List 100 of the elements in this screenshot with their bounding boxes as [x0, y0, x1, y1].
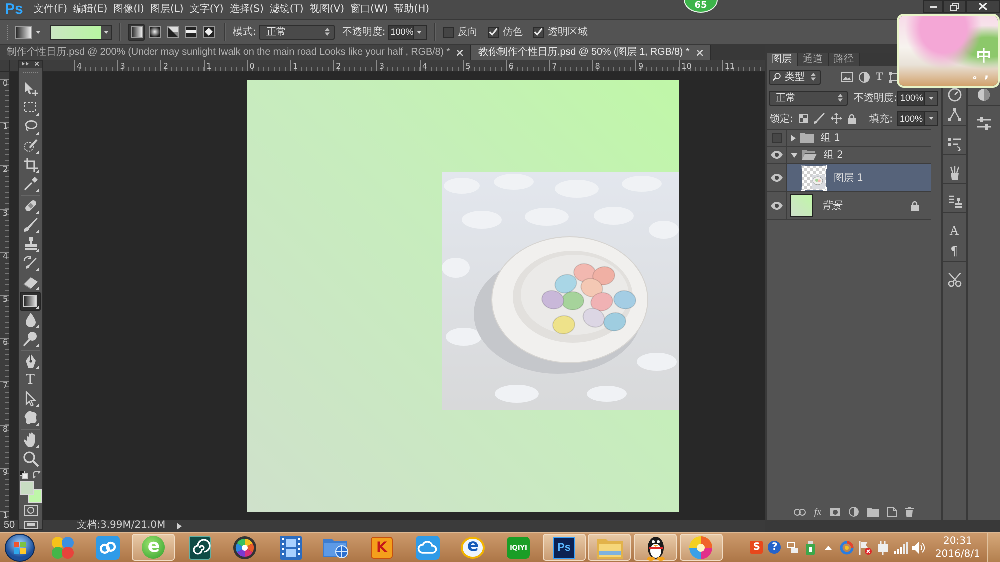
mask-icon[interactable]	[830, 508, 841, 516]
menu-item[interactable]: 编辑(E)	[70, 2, 111, 16]
layer-item[interactable]: 组 2	[787, 147, 931, 163]
mode-dropdown[interactable]: 正常	[259, 24, 336, 40]
checkerboard-icon[interactable]	[799, 114, 808, 123]
double-arrow-icon[interactable]	[22, 62, 29, 66]
signal-bars-icon[interactable]	[894, 542, 908, 554]
checkbox[interactable]	[532, 26, 544, 38]
speaker-icon[interactable]	[912, 542, 926, 554]
opacity-field[interactable]: 100%	[388, 24, 414, 40]
reflected-gradient-button[interactable]	[182, 24, 199, 40]
brush-icon[interactable]	[814, 113, 826, 124]
window-icon[interactable]	[786, 542, 799, 554]
panel-tab[interactable]: 通道	[798, 53, 829, 66]
menu-item[interactable]: 图层(L)	[147, 2, 187, 16]
dial-icon[interactable]	[948, 88, 962, 102]
radial-gradient-button[interactable]	[146, 24, 163, 40]
fill-dropdown-button[interactable]	[925, 111, 938, 126]
screen-mode-icon[interactable]	[24, 521, 38, 529]
quick-mask-icon[interactable]	[24, 505, 38, 516]
up-arrow-icon[interactable]	[825, 546, 832, 550]
image-filter-icon[interactable]	[841, 72, 853, 82]
half-circle-icon[interactable]	[848, 507, 859, 517]
zoom-field[interactable]: 50	[4, 520, 16, 532]
lock-icon[interactable]	[848, 114, 856, 124]
opacity-dropdown-button[interactable]	[925, 90, 938, 106]
link-icon[interactable]	[794, 508, 806, 516]
tool-preset-button[interactable]	[15, 24, 41, 40]
taskbar-button[interactable]: Ps	[542, 534, 586, 561]
menu-item[interactable]: 滤镜(T)	[266, 2, 307, 16]
close-icon[interactable]	[35, 62, 39, 66]
panel-tab[interactable]: 路径	[829, 53, 860, 66]
ruler-number: 8	[3, 426, 8, 434]
diamond-gradient-button[interactable]	[200, 24, 217, 40]
up-down-arrows-icon	[811, 73, 816, 81]
linear-gradient-button[interactable]	[128, 24, 145, 40]
scissors-icon[interactable]	[948, 273, 962, 287]
sliders-icon[interactable]	[977, 117, 991, 131]
gradient-picker[interactable]	[50, 24, 112, 40]
checkbox[interactable]	[442, 26, 454, 38]
close-icon[interactable]	[696, 50, 703, 56]
input-method-button[interactable]: S	[750, 541, 764, 554]
foreground-color-swatch[interactable]	[20, 480, 34, 495]
folder-icon[interactable]	[866, 508, 879, 516]
usb-drive-icon[interactable]	[806, 540, 816, 554]
menu-item[interactable]: 选择(S)	[226, 2, 267, 16]
close-icon[interactable]	[457, 50, 464, 56]
history-icon[interactable]	[948, 137, 962, 151]
brush-cup-icon[interactable]	[948, 166, 962, 180]
eye-icon[interactable]	[770, 174, 782, 182]
trash-icon[interactable]	[904, 507, 914, 517]
menu-item[interactable]: 图像(I)	[110, 2, 148, 16]
default-colors-icon[interactable]	[20, 470, 28, 479]
new-page-icon[interactable]	[886, 507, 897, 517]
type-tool-button[interactable]: T	[20, 370, 41, 390]
filter-dropdown[interactable]: 类型	[769, 70, 821, 84]
down-triangle-icon[interactable]	[791, 152, 798, 158]
document-tab[interactable]: 制作个性日历.psd @ 200% (Under may sunlight Iwalk on the main road Looks like your half , RGB/8) *	[0, 45, 472, 60]
type-filter-button[interactable]: T	[876, 71, 884, 83]
half-circle-icon[interactable]	[859, 72, 870, 82]
restore-button[interactable]	[943, 0, 966, 13]
menu-item[interactable]: 窗口(W)	[347, 2, 392, 16]
layer-item[interactable]: 背景	[787, 192, 931, 219]
eye-icon[interactable]	[770, 151, 782, 159]
flag-icon[interactable]	[858, 540, 872, 554]
opacity-dropdown-button[interactable]	[414, 24, 427, 40]
menu-item[interactable]: 视图(V)	[306, 2, 348, 16]
gradient-tool-button[interactable]	[20, 292, 41, 311]
menu-item[interactable]: 帮助(H)	[391, 2, 433, 16]
menu-item[interactable]: 文字(Y)	[186, 2, 227, 16]
taskbar-button[interactable]	[634, 534, 678, 561]
taskbar-button[interactable]: e	[452, 534, 495, 561]
blend-mode-dropdown[interactable]: 正常	[769, 90, 848, 106]
close-button[interactable]	[966, 0, 1000, 13]
eye-icon[interactable]	[770, 202, 782, 210]
document-tab[interactable]: 教你制作个性日历.psd @ 50% (图层 1, RGB/8) *	[471, 45, 711, 60]
gradient-icon	[22, 293, 38, 310]
checkbox[interactable]	[488, 26, 499, 38]
stamp-list-icon[interactable]	[948, 195, 962, 209]
paragraph-panel-button[interactable]: ¶	[952, 244, 958, 258]
move-cross-icon[interactable]	[831, 113, 842, 124]
layer-item[interactable]: 图层 1	[787, 164, 931, 191]
character-panel-button[interactable]: A	[950, 224, 960, 238]
menu-item[interactable]: 文件(F)	[31, 2, 71, 16]
angle-gradient-button[interactable]	[164, 24, 181, 40]
panel-tab[interactable]: 图层	[767, 53, 798, 66]
help-button[interactable]: ?	[768, 541, 782, 554]
ring-icon[interactable]	[840, 540, 854, 554]
fill-field[interactable]: 100%	[897, 111, 925, 126]
opacity-field[interactable]: 100%	[897, 90, 926, 106]
power-plug-icon[interactable]	[876, 540, 889, 554]
swap-arrow-icon[interactable]	[33, 470, 41, 479]
clock-date[interactable]: 2016/8/1	[935, 548, 980, 560]
style-circle-icon[interactable]	[977, 88, 991, 102]
effects-button[interactable]: fx	[814, 506, 822, 518]
play-triangle-icon[interactable]	[177, 522, 182, 530]
minimize-button[interactable]	[923, 0, 943, 13]
layer-item[interactable]: 组 1	[787, 130, 931, 146]
path-nodes-icon[interactable]	[948, 108, 962, 122]
right-triangle-icon[interactable]	[791, 134, 796, 142]
